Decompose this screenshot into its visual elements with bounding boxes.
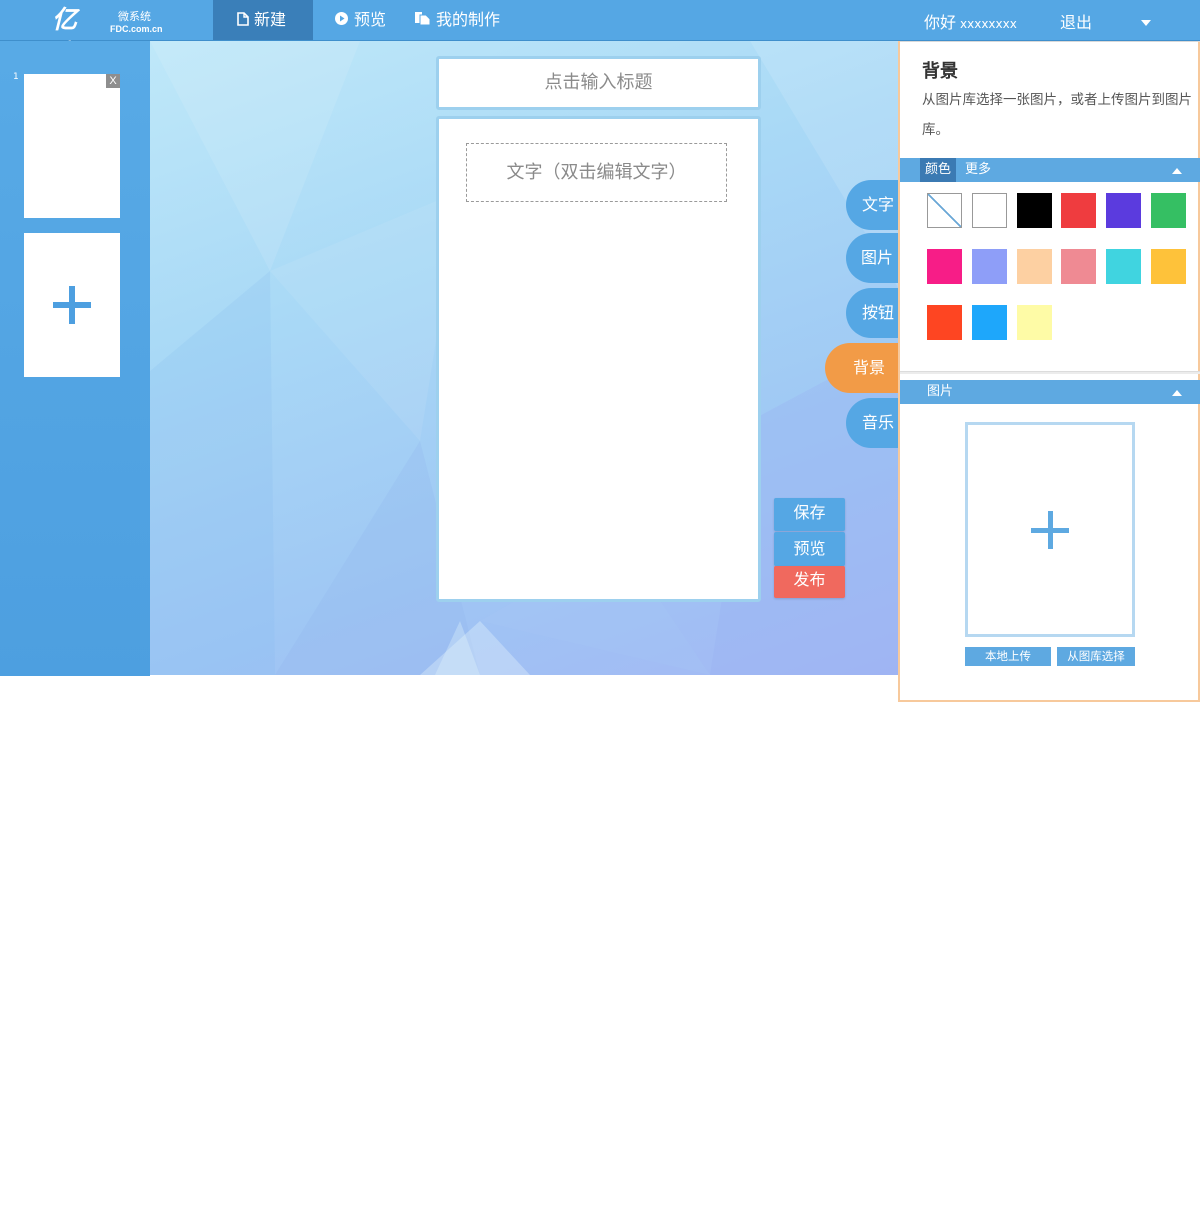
play-circle-icon: [334, 1, 349, 41]
save-button[interactable]: 保存: [774, 498, 845, 531]
tool-tab-image[interactable]: 图片: [846, 233, 900, 283]
color-swatch-none[interactable]: [927, 193, 962, 228]
color-swatch[interactable]: [1106, 249, 1142, 284]
copy-files-icon: [414, 1, 431, 41]
color-swatch[interactable]: [1016, 305, 1052, 340]
greeting-text: 你好: [924, 13, 957, 32]
color-swatch[interactable]: [1016, 249, 1052, 284]
tab-more[interactable]: 更多: [960, 158, 996, 182]
tool-tab-music[interactable]: 音乐: [846, 398, 900, 448]
add-page-button[interactable]: [24, 233, 120, 377]
background-image-dropzone[interactable]: [965, 422, 1135, 637]
nav-new[interactable]: 新建: [213, 0, 313, 40]
panel-top-border: [900, 41, 1200, 42]
color-swatch[interactable]: [1151, 193, 1186, 228]
collapse-up-icon[interactable]: [1172, 390, 1182, 396]
page-list-sidebar: 1 X: [0, 41, 150, 676]
color-swatch[interactable]: [1061, 193, 1097, 228]
upload-local-button[interactable]: 本地上传: [965, 647, 1051, 666]
color-swatch[interactable]: [927, 249, 962, 284]
tab-colors[interactable]: 颜色: [920, 158, 957, 182]
tool-tab-background[interactable]: 背景: [825, 343, 900, 393]
color-swatch[interactable]: [971, 193, 1007, 228]
publish-button[interactable]: 发布: [774, 566, 845, 598]
preview-button[interactable]: 预览: [774, 532, 845, 566]
colors-section-header: 颜色 更多: [900, 158, 1200, 182]
tool-tab-text[interactable]: 文字: [846, 180, 900, 230]
panel-description: 从图片库选择一张图片，或者上传图片到图片库。: [922, 92, 1192, 138]
images-section-label: 图片: [927, 384, 954, 399]
page-number: 1: [13, 72, 19, 82]
color-swatch[interactable]: [927, 305, 962, 340]
tool-tab-button[interactable]: 按钮: [846, 288, 900, 338]
color-swatch[interactable]: [1151, 249, 1186, 284]
delete-page-button[interactable]: X: [106, 74, 120, 88]
logout-link[interactable]: 退出: [1060, 0, 1092, 44]
images-section-header: 图片: [900, 380, 1200, 404]
panel-title: 背景: [922, 61, 958, 82]
logo-domain-text: FDC.com.cn: [110, 24, 163, 34]
page-thumbnail[interactable]: X: [24, 74, 120, 218]
file-icon: [237, 1, 249, 41]
nav-preview-label: 预览: [354, 10, 387, 29]
color-swatch[interactable]: [1106, 193, 1142, 228]
top-bar: 亿房 微系统 FDC.com.cn 新建 预览 我的制作 你好xxxxxxxx …: [0, 0, 1200, 68]
chevron-down-icon[interactable]: [1141, 20, 1151, 26]
username: xxxxxxxx: [960, 17, 1017, 31]
color-swatch[interactable]: [971, 249, 1007, 284]
user-greeting: 你好 xxxxxxxx: [924, 0, 1017, 44]
color-swatch[interactable]: [971, 305, 1007, 340]
color-swatch[interactable]: [1016, 193, 1052, 228]
editor-stage: 点击输入标题 文字（双击编辑文字） 文字 图片 按钮 背景 音乐 保存 预览 发…: [150, 41, 900, 675]
section-divider: [900, 371, 1200, 374]
nav-my-works-label: 我的制作: [436, 10, 501, 29]
nav-my-works[interactable]: 我的制作: [414, 0, 500, 40]
choose-from-library-button[interactable]: 从图库选择: [1057, 647, 1135, 666]
background-settings-panel: 背景 从图片库选择一张图片，或者上传图片到图片库。 颜色 更多 图片 本地上传 …: [898, 41, 1200, 702]
logo-sub-text: 微系统: [118, 10, 151, 23]
color-swatch[interactable]: [1061, 249, 1097, 284]
page-canvas[interactable]: 文字（双击编辑文字）: [436, 116, 761, 602]
nav-new-label: 新建: [254, 10, 287, 29]
collapse-up-icon[interactable]: [1172, 168, 1182, 174]
text-element[interactable]: 文字（双击编辑文字）: [466, 143, 727, 202]
nav-preview[interactable]: 预览: [334, 0, 386, 40]
title-input[interactable]: 点击输入标题: [436, 56, 761, 110]
